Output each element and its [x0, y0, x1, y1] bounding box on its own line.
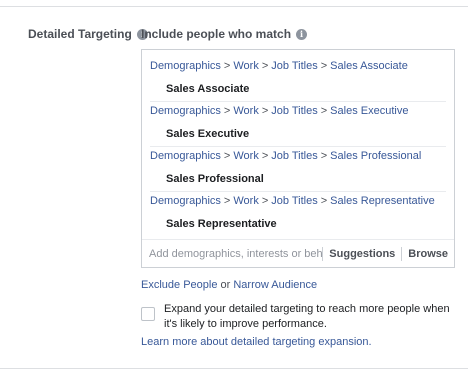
targeting-breadcrumb: Demographics > Work > Job Titles > Sales Assoc… [150, 60, 408, 74]
entry-divider [150, 146, 446, 147]
breadcrumb-segment[interactable]: Work [233, 150, 258, 162]
targeting-value: Sales Representative [166, 218, 277, 230]
entry-divider [150, 101, 446, 102]
browse-button[interactable]: Browse [402, 248, 454, 260]
top-divider [0, 6, 468, 7]
breadcrumb-separator: > [261, 150, 269, 162]
targeting-search-input[interactable] [142, 241, 323, 266]
breadcrumb-segment[interactable]: Demographics [150, 60, 221, 72]
targeting-breadcrumb: Demographics > Work > Job Titles > Sales Execu… [150, 105, 408, 119]
breadcrumb-segment[interactable]: Work [233, 195, 258, 207]
breadcrumb-segment[interactable]: Sales Executive [330, 105, 408, 117]
targeting-breadcrumb: Demographics > Work > Job Titles > Sales Repre… [150, 195, 435, 209]
breadcrumb-separator: > [223, 150, 231, 162]
entry-divider [150, 191, 446, 192]
suggestions-button[interactable]: Suggestions [323, 248, 401, 260]
breadcrumb-segment[interactable]: Job Titles [271, 60, 317, 72]
breadcrumb-segment[interactable]: Demographics [150, 105, 221, 117]
breadcrumb-segment[interactable]: Sales Representative [330, 195, 435, 207]
expand-targeting-text: Expand your detailed targeting to reach … [164, 303, 450, 330]
breadcrumb-segment[interactable]: Job Titles [271, 150, 317, 162]
breadcrumb-segment[interactable]: Demographics [150, 150, 221, 162]
include-people-label: Include people who match i [141, 27, 308, 41]
breadcrumb-separator: > [261, 195, 269, 207]
info-icon[interactable]: i [296, 28, 308, 40]
detailed-targeting-text: Detailed Targeting [28, 27, 132, 41]
breadcrumb-segment[interactable]: Work [233, 105, 258, 117]
learn-more-link[interactable]: Learn more about detailed targeting expa… [141, 336, 372, 348]
expand-targeting-checkbox[interactable] [141, 307, 155, 321]
breadcrumb-segment[interactable]: Sales Associate [330, 60, 408, 72]
breadcrumb-separator: > [320, 105, 328, 117]
detailed-targeting-label: Detailed Targeting i [28, 27, 148, 41]
bottom-divider [0, 368, 468, 369]
exclude-people-link[interactable]: Exclude People [141, 279, 217, 291]
breadcrumb-separator: > [261, 60, 269, 72]
or-text: or [220, 279, 231, 291]
breadcrumb-separator: > [320, 195, 328, 207]
targeting-value: Sales Executive [166, 128, 250, 140]
breadcrumb-segment[interactable]: Sales Professional [330, 150, 421, 162]
audience-links: Exclude People or Narrow Audience [141, 279, 317, 291]
targeting-breadcrumb: Demographics > Work > Job Titles > Sales Profe… [150, 150, 421, 164]
breadcrumb-segment[interactable]: Job Titles [271, 105, 317, 117]
breadcrumb-segment[interactable]: Work [233, 60, 258, 72]
breadcrumb-separator: > [223, 60, 231, 72]
targeting-value: Sales Associate [166, 83, 250, 95]
targeting-input-row: Suggestions Browse [142, 239, 454, 267]
breadcrumb-separator: > [320, 60, 328, 72]
breadcrumb-segment[interactable]: Job Titles [271, 195, 317, 207]
breadcrumb-separator: > [223, 105, 231, 117]
targeting-value: Sales Professional [166, 173, 264, 185]
narrow-audience-link[interactable]: Narrow Audience [233, 279, 317, 291]
include-people-text: Include people who match [141, 27, 292, 41]
breadcrumb-segment[interactable]: Demographics [150, 195, 221, 207]
breadcrumb-separator: > [261, 105, 269, 117]
breadcrumb-separator: > [223, 195, 231, 207]
targeting-box: Demographics > Work > Job Titles > Sales Assoc… [141, 49, 455, 268]
breadcrumb-separator: > [320, 150, 328, 162]
